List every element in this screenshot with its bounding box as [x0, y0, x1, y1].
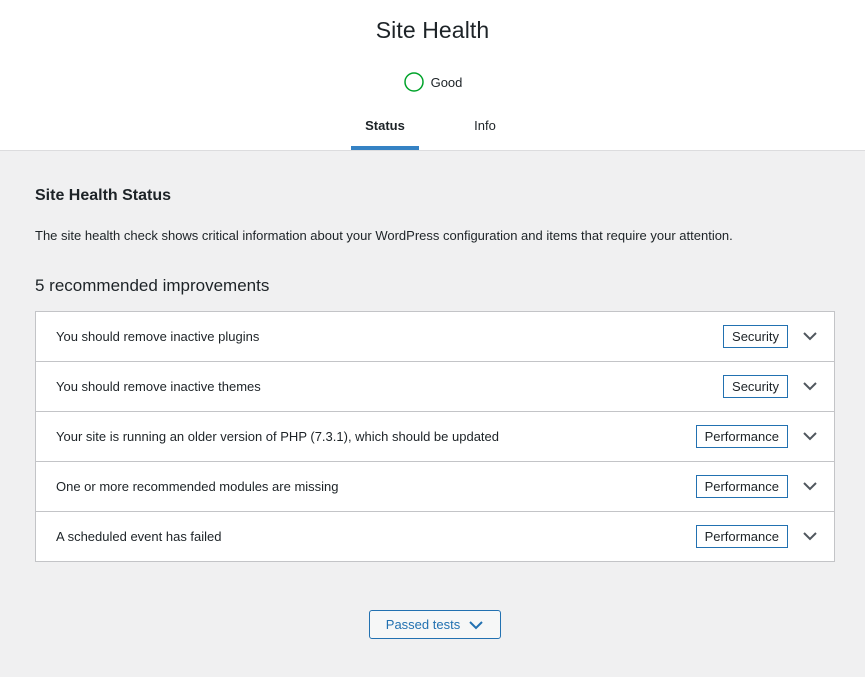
site-health-tabs: Status Info	[0, 106, 865, 150]
issue-label: You should remove inactive plugins	[56, 329, 260, 344]
health-status-label: Good	[430, 74, 463, 90]
chevron-down-icon[interactable]	[801, 479, 819, 493]
issue-badge: Security	[723, 325, 788, 348]
health-status: Good	[0, 71, 865, 93]
chevron-down-icon[interactable]	[801, 429, 819, 443]
issue-badge: Performance	[695, 475, 788, 498]
issue-label: Your site is running an older version of…	[56, 429, 499, 444]
status-good-ring-icon	[403, 71, 425, 93]
section-title: Site Health Status	[35, 187, 172, 204]
issue-item[interactable]: One or more recommended modules are miss…	[36, 462, 834, 512]
chevron-down-icon	[469, 620, 483, 629]
passed-tests-button[interactable]: Passed tests	[369, 610, 501, 639]
issue-label: One or more recommended modules are miss…	[56, 479, 339, 494]
chevron-down-icon[interactable]	[801, 329, 819, 343]
issue-item[interactable]: You should remove inactive themes Securi…	[36, 362, 834, 412]
tab-info[interactable]: Info	[455, 106, 515, 150]
section-description: The site health check shows critical inf…	[35, 228, 733, 243]
issue-item[interactable]: Your site is running an older version of…	[36, 412, 834, 462]
issue-label: A scheduled event has failed	[56, 529, 222, 544]
page-title: Site Health	[375, 17, 490, 43]
issue-item[interactable]: You should remove inactive plugins Secur…	[36, 312, 834, 362]
chevron-down-icon[interactable]	[801, 529, 819, 543]
passed-tests-label: Passed tests	[385, 617, 461, 632]
tab-status[interactable]: Status	[351, 106, 419, 150]
issue-badge: Performance	[695, 525, 788, 548]
issues-list: You should remove inactive plugins Secur…	[35, 311, 835, 562]
issue-label: You should remove inactive themes	[56, 379, 261, 394]
issue-badge: Security	[723, 375, 788, 398]
page-header: Site Health Good Status Info	[0, 0, 865, 151]
issue-item[interactable]: A scheduled event has failed Performance	[36, 512, 834, 561]
chevron-down-icon[interactable]	[801, 379, 819, 393]
improvements-count-title: 5 recommended improvements	[35, 276, 270, 295]
issue-badge: Performance	[695, 425, 788, 448]
